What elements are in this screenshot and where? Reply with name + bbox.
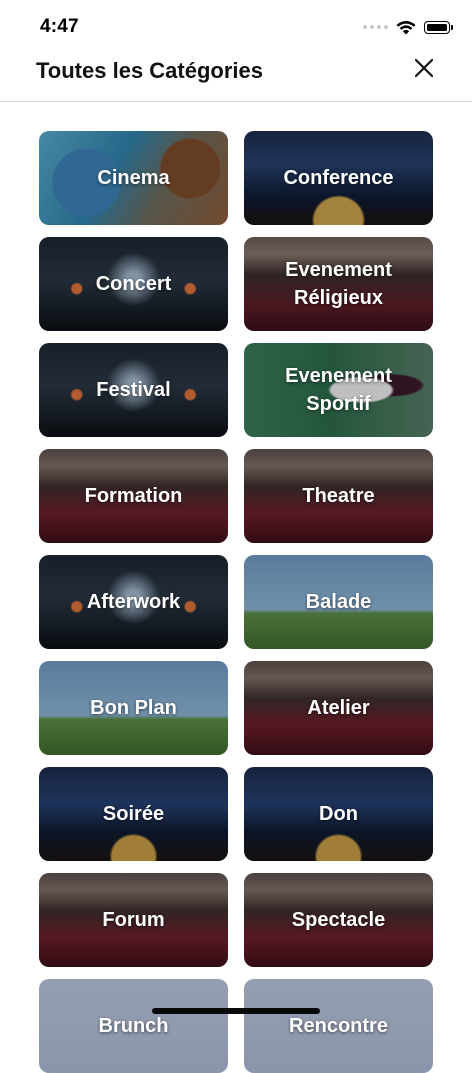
cellular-signal-icon bbox=[363, 25, 388, 29]
category-label: Spectacle bbox=[291, 909, 386, 931]
category-card[interactable]: Theatre bbox=[244, 449, 433, 543]
category-label: Atelier bbox=[307, 697, 370, 719]
battery-icon bbox=[424, 20, 453, 34]
category-card[interactable]: Evenement Réligieux bbox=[244, 237, 433, 331]
category-label: Evenement Sportif bbox=[285, 365, 392, 415]
category-card[interactable]: Evenement Sportif bbox=[244, 343, 433, 437]
category-label: Festival bbox=[96, 379, 171, 401]
category-card[interactable]: Rencontre bbox=[244, 979, 433, 1073]
category-label: Afterwork bbox=[86, 591, 181, 613]
status-time: 4:47 bbox=[40, 16, 79, 37]
category-label: Conference bbox=[283, 167, 394, 189]
wifi-icon bbox=[396, 20, 416, 34]
category-label: Bon Plan bbox=[90, 697, 177, 719]
category-label: Forum bbox=[102, 909, 165, 931]
category-grid: Cinema Conference Concert Evenement Réligie… bbox=[39, 131, 433, 1073]
category-card[interactable]: Conference bbox=[244, 131, 433, 225]
category-label: Soirée bbox=[102, 803, 165, 825]
header: Toutes les Catégories bbox=[0, 54, 472, 102]
category-card[interactable]: Atelier bbox=[244, 661, 433, 755]
status-icons bbox=[363, 19, 453, 35]
close-icon[interactable] bbox=[412, 56, 436, 80]
category-label: Cinema bbox=[97, 167, 170, 189]
category-card[interactable]: Forum bbox=[39, 873, 228, 967]
category-card[interactable]: Formation bbox=[39, 449, 228, 543]
category-card[interactable]: Bon Plan bbox=[39, 661, 228, 755]
category-card[interactable]: Cinema bbox=[39, 131, 228, 225]
category-card[interactable]: Festival bbox=[39, 343, 228, 437]
category-card[interactable]: Don bbox=[244, 767, 433, 861]
category-label: Rencontre bbox=[289, 1015, 388, 1037]
category-card[interactable]: Concert bbox=[39, 237, 228, 331]
category-label: Don bbox=[319, 803, 358, 825]
status-bar: 4:47 bbox=[0, 0, 472, 54]
category-label: Brunch bbox=[98, 1015, 169, 1037]
category-card[interactable]: Afterwork bbox=[39, 555, 228, 649]
page-title: Toutes les Catégories bbox=[36, 58, 263, 83]
category-label: Evenement Réligieux bbox=[285, 259, 392, 309]
category-card[interactable]: Soirée bbox=[39, 767, 228, 861]
category-label: Theatre bbox=[302, 485, 375, 507]
category-label: Concert bbox=[95, 273, 172, 295]
category-label: Balade bbox=[305, 591, 372, 613]
category-card[interactable]: Spectacle bbox=[244, 873, 433, 967]
category-label: Formation bbox=[84, 485, 183, 507]
category-card[interactable]: Brunch bbox=[39, 979, 228, 1073]
category-card[interactable]: Balade bbox=[244, 555, 433, 649]
